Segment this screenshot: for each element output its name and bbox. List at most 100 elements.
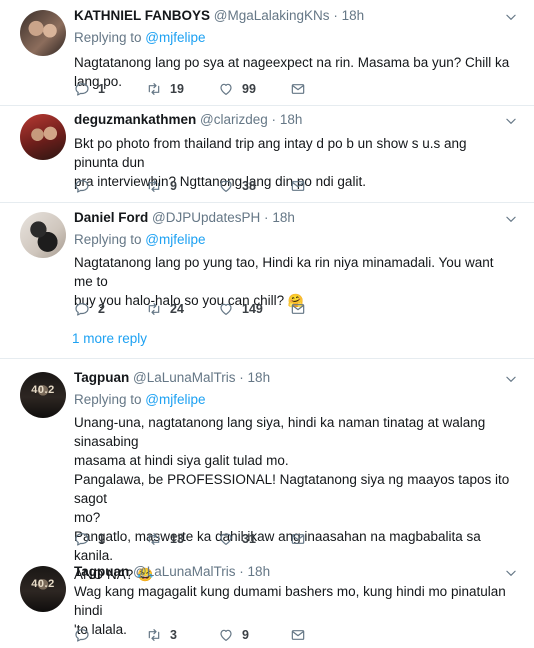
tweet-text: Unang-una, nagtatanong lang siya, hindi … xyxy=(74,413,514,584)
reply-icon xyxy=(74,178,90,194)
chevron-down-icon[interactable] xyxy=(504,10,518,24)
retweet-button[interactable]: 19 xyxy=(146,81,184,97)
envelope-icon xyxy=(290,531,306,547)
more-replies-link[interactable]: 1 more reply xyxy=(72,331,147,346)
heart-icon xyxy=(218,531,234,547)
tweet-header: Tagpuan @LaLunaMalTris · 18h xyxy=(74,370,270,385)
tweet-actions: 2 24 149 xyxy=(74,301,514,319)
retweet-button[interactable]: 3 xyxy=(146,627,177,643)
heart-icon xyxy=(218,301,234,317)
tweet-text-content: Unang-una, nagtatanong lang siya, hindi … xyxy=(74,415,510,582)
mention-link[interactable]: @mjfelipe xyxy=(145,232,205,247)
reply-button[interactable]: 1 xyxy=(74,81,105,97)
reply-icon xyxy=(74,627,90,643)
replying-to: Replying to @mjfelipe xyxy=(74,232,206,247)
chevron-down-icon[interactable] xyxy=(504,114,518,128)
replying-to: Replying to @mjfelipe xyxy=(74,392,206,407)
chevron-down-icon[interactable] xyxy=(504,372,518,386)
display-name[interactable]: Tagpuan xyxy=(74,564,129,579)
separator-dot: · xyxy=(264,210,269,225)
timestamp[interactable]: 18h xyxy=(248,564,271,579)
mention-link[interactable]: @mjfelipe xyxy=(145,392,205,407)
divider xyxy=(0,105,534,106)
timestamp[interactable]: 18h xyxy=(280,112,303,127)
direct-message-button[interactable] xyxy=(290,301,314,317)
timestamp[interactable]: 18h xyxy=(272,210,295,225)
direct-message-button[interactable] xyxy=(290,178,314,194)
display-name[interactable]: Daniel Ford xyxy=(74,210,148,225)
replying-to-label: Replying to xyxy=(74,392,146,407)
separator-dot: · xyxy=(239,370,244,385)
tweet-actions: 3 9 xyxy=(74,627,514,645)
reply-button[interactable] xyxy=(74,627,98,643)
replying-to-label: Replying to xyxy=(74,30,146,45)
retweet-icon xyxy=(146,178,162,194)
reply-count: 2 xyxy=(98,302,105,316)
direct-message-button[interactable] xyxy=(290,531,314,547)
display-name[interactable]: deguzmankathmen xyxy=(74,112,196,127)
tweet-header: deguzmankathmen @clarizdeg · 18h xyxy=(74,112,302,127)
separator-dot: · xyxy=(271,112,277,127)
separator-dot: · xyxy=(239,564,244,579)
direct-message-button[interactable] xyxy=(290,627,314,643)
reply-icon xyxy=(74,301,90,317)
like-button[interactable]: 149 xyxy=(218,301,263,317)
user-handle[interactable]: @DJPUpdatesPH xyxy=(152,210,260,225)
avatar-text: 40.2 xyxy=(31,578,55,590)
avatar-text: 40.2 xyxy=(31,384,55,396)
divider xyxy=(0,202,534,203)
tweet-actions: 9 38 xyxy=(74,178,514,196)
reply-icon xyxy=(74,531,90,547)
tweet-header: Daniel Ford @DJPUpdatesPH · 18h xyxy=(74,210,295,225)
reply-button[interactable]: 1 xyxy=(74,531,105,547)
avatar[interactable]: 40.2 xyxy=(20,372,66,418)
user-handle[interactable]: @clarizdeg xyxy=(200,112,268,127)
timestamp[interactable]: 18h xyxy=(342,8,365,23)
retweet-icon xyxy=(146,301,162,317)
reply-button[interactable]: 2 xyxy=(74,301,105,317)
like-count: 99 xyxy=(242,82,256,96)
envelope-icon xyxy=(290,178,306,194)
heart-icon xyxy=(218,627,234,643)
tweet-header: KATHNIEL FANBOYS @MgaLalakingKNs · 18h xyxy=(74,8,364,23)
user-handle[interactable]: @LaLunaMalTris xyxy=(133,564,236,579)
heart-icon xyxy=(218,178,234,194)
like-button[interactable]: 9 xyxy=(218,627,249,643)
avatar[interactable] xyxy=(20,212,66,258)
direct-message-button[interactable] xyxy=(290,81,314,97)
like-count: 38 xyxy=(242,179,256,193)
user-handle[interactable]: @LaLunaMalTris xyxy=(133,370,236,385)
retweet-button[interactable]: 9 xyxy=(146,178,177,194)
retweet-count: 19 xyxy=(170,82,184,96)
like-count: 31 xyxy=(242,532,256,546)
timestamp[interactable]: 18h xyxy=(248,370,271,385)
retweet-button[interactable]: 24 xyxy=(146,301,184,317)
reply-count: 1 xyxy=(98,532,105,546)
like-button[interactable]: 99 xyxy=(218,81,256,97)
chevron-down-icon[interactable] xyxy=(504,566,518,580)
envelope-icon xyxy=(290,627,306,643)
avatar[interactable] xyxy=(20,10,66,56)
reply-button[interactable] xyxy=(74,178,98,194)
tweet-actions: 1 13 31 xyxy=(74,531,514,549)
mention-link[interactable]: @mjfelipe xyxy=(145,30,205,45)
user-handle[interactable]: @MgaLalakingKNs xyxy=(214,8,330,23)
avatar[interactable]: 40.2 xyxy=(20,566,66,612)
like-count: 9 xyxy=(242,628,249,642)
like-button[interactable]: 31 xyxy=(218,531,256,547)
display-name[interactable]: KATHNIEL FANBOYS xyxy=(74,8,210,23)
like-button[interactable]: 38 xyxy=(218,178,256,194)
envelope-icon xyxy=(290,301,306,317)
retweet-count: 13 xyxy=(170,532,184,546)
retweet-count: 24 xyxy=(170,302,184,316)
tweet-header: Tagpuan @LaLunaMalTris · 18h xyxy=(74,564,270,579)
replying-to: Replying to @mjfelipe xyxy=(74,30,206,45)
retweet-icon xyxy=(146,81,162,97)
avatar[interactable] xyxy=(20,114,66,160)
retweet-icon xyxy=(146,531,162,547)
envelope-icon xyxy=(290,81,306,97)
retweet-button[interactable]: 13 xyxy=(146,531,184,547)
chevron-down-icon[interactable] xyxy=(504,212,518,226)
display-name[interactable]: Tagpuan xyxy=(74,370,129,385)
divider xyxy=(0,358,534,359)
